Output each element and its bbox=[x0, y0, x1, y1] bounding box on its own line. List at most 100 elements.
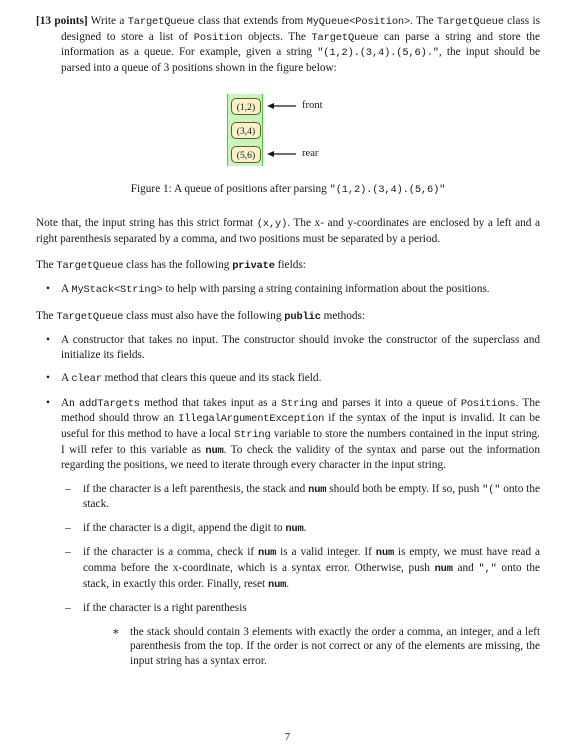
front-label: front bbox=[302, 100, 323, 112]
rule-comma-text: if the character is a comma, check if nu… bbox=[83, 546, 540, 591]
document-page: [13 points] Write a TargetQueue class th… bbox=[0, 0, 575, 753]
r2-code-num-2: num bbox=[375, 547, 395, 560]
am-text-1: An bbox=[61, 396, 80, 409]
intro-code-targetqueue-1: TargetQueue bbox=[127, 16, 195, 28]
pfi-text-2: to help with parsing a string containing… bbox=[162, 282, 490, 295]
pf-code-private: private bbox=[232, 260, 275, 273]
page-content: [13 points] Write a TargetQueue class th… bbox=[36, 14, 540, 669]
points-label: [13 points] bbox=[36, 15, 88, 27]
cm-text-2: method that clears this queue and its st… bbox=[101, 372, 322, 385]
r2-text-4: and bbox=[452, 562, 479, 575]
am-text-3: and parses it into a queue of bbox=[317, 396, 461, 409]
list-item: – if the character is a comma, check if … bbox=[65, 545, 540, 592]
pf-text-1: The bbox=[36, 259, 57, 272]
dash-icon: – bbox=[65, 546, 71, 559]
pfi-code-mystack: MyStack<String> bbox=[71, 283, 163, 296]
list-item: • An addTargets method that takes input … bbox=[36, 396, 540, 473]
addtargets-method-text: An addTargets method that takes input as… bbox=[61, 397, 540, 471]
pf-text-2: class has the following bbox=[123, 259, 233, 272]
bullet-icon: • bbox=[46, 396, 50, 409]
intro-code-example-string: "(1,2).(3,4).(5,6)." bbox=[317, 47, 439, 60]
bullet-icon: • bbox=[46, 333, 50, 346]
list-item: • A clear method that clears this queue … bbox=[36, 371, 540, 387]
intro-code-targetqueue-3: TargetQueue bbox=[311, 31, 379, 44]
private-field-text: A MyStack<String> to help with parsing a… bbox=[61, 282, 490, 296]
front-pointer: front bbox=[267, 99, 323, 113]
rear-pointer: rear bbox=[267, 147, 318, 161]
intro-text-0: Write a bbox=[90, 15, 128, 27]
r1-text-1: if the character is a digit, append the … bbox=[83, 521, 286, 534]
asterisk-icon: ∗ bbox=[112, 625, 120, 638]
figure-caption: Figure 1: A queue of positions after par… bbox=[36, 182, 540, 198]
list-item: • A constructor that takes no input. The… bbox=[36, 333, 540, 362]
right-paren-subrules-list: ∗ the stack should contain 3 elements wi… bbox=[112, 625, 540, 669]
intro-text-4: . The bbox=[410, 15, 437, 27]
dash-icon: – bbox=[65, 602, 71, 615]
am-code-string: String bbox=[280, 397, 318, 410]
list-item: ∗ the stack should contain 3 elements wi… bbox=[112, 625, 540, 669]
note-code-xy: (x,y) bbox=[256, 217, 288, 230]
rule-left-paren-text: if the character is a left parenthesis, … bbox=[83, 483, 540, 511]
r1-text-2: . bbox=[303, 521, 307, 534]
queue-diagram: (1,2) (3,4) (5,6) front rear bbox=[193, 90, 383, 170]
r2-code-num-4: num bbox=[268, 578, 287, 591]
pf-code-targetqueue: TargetQueue bbox=[56, 260, 124, 273]
clear-method-text: A clear method that clears this queue an… bbox=[61, 372, 322, 386]
dash-icon: – bbox=[65, 482, 71, 495]
note-text-1: Note that, the input string has this str… bbox=[36, 216, 257, 229]
page-number: 7 bbox=[284, 731, 291, 743]
queue-cell-front: (1,2) bbox=[231, 98, 261, 116]
figure-caption-text: Figure 1: A queue of positions after par… bbox=[130, 183, 330, 196]
rule-right-paren-text: if the character is a right parenthesis bbox=[83, 602, 247, 615]
am-code-num: num bbox=[205, 444, 224, 457]
r0-text-2: should both be empty. If so, push bbox=[326, 482, 483, 495]
pm-text-3: methods: bbox=[320, 310, 366, 323]
figure-caption-code: "(1,2).(3,4).(5,6)" bbox=[329, 184, 446, 197]
r0-code-lparen: "(" bbox=[482, 483, 501, 496]
list-item: – if the character is a digit, append th… bbox=[65, 521, 540, 537]
problem-statement: [13 points] Write a TargetQueue class th… bbox=[36, 14, 540, 75]
dash-icon: – bbox=[65, 521, 71, 534]
note-paragraph: Note that, the input string has this str… bbox=[36, 216, 540, 246]
am-code-positions: Positions bbox=[460, 397, 516, 410]
cm-text-1: A bbox=[61, 372, 72, 385]
am-text-2: method that takes input as a bbox=[139, 396, 281, 409]
parsing-rules-list: – if the character is a left parenthesis… bbox=[65, 482, 540, 669]
bullet-icon: • bbox=[46, 372, 50, 385]
r1-code-num: num bbox=[285, 522, 304, 535]
subrule-stack-order-text: the stack should contain 3 elements with… bbox=[130, 625, 540, 668]
parsing-rules-block: – if the character is a left parenthesis… bbox=[65, 482, 540, 669]
private-fields-heading: The TargetQueue class has the following … bbox=[36, 258, 540, 274]
pf-text-3: fields: bbox=[274, 259, 306, 272]
am-code-addtargets: addTargets bbox=[79, 397, 140, 410]
public-methods-heading: The TargetQueue class must also have the… bbox=[36, 309, 540, 325]
list-item: – if the character is a left parenthesis… bbox=[65, 482, 540, 512]
am-code-string-2: String bbox=[234, 428, 271, 441]
left-arrow-icon bbox=[267, 103, 296, 110]
constructor-item-text: A constructor that takes no input. The c… bbox=[61, 333, 540, 361]
r2-text-6: . bbox=[286, 577, 290, 590]
rear-label: rear bbox=[302, 148, 319, 160]
r0-code-num: num bbox=[308, 483, 327, 496]
queue-cell-middle: (3,4) bbox=[231, 122, 261, 140]
pm-code-public: public bbox=[284, 311, 321, 324]
pfi-text-1: A bbox=[61, 282, 72, 295]
left-arrow-icon bbox=[267, 151, 296, 158]
pm-text-2: class must also have the following bbox=[123, 310, 285, 323]
am-code-illegalargumentexception: IllegalArgumentException bbox=[178, 413, 325, 426]
public-methods-list: • A constructor that takes no input. The… bbox=[36, 333, 540, 473]
r0-text-1: if the character is a left parenthesis, … bbox=[83, 482, 309, 495]
pm-code-targetqueue: TargetQueue bbox=[56, 311, 124, 324]
intro-text-2: class that extends from bbox=[194, 15, 307, 27]
intro-code-targetqueue-2: TargetQueue bbox=[436, 16, 504, 28]
r2-text-2: is a valid integer. If bbox=[276, 546, 376, 559]
cm-code-clear: clear bbox=[71, 373, 102, 386]
private-fields-list: • A MyStack<String> to help with parsing… bbox=[36, 282, 540, 298]
bullet-icon: • bbox=[46, 282, 50, 295]
r2-code-comma: "," bbox=[478, 563, 497, 576]
pm-text-1: The bbox=[36, 310, 57, 323]
r2-code-num-3: num bbox=[434, 563, 453, 576]
right-paren-subrules-block: ∗ the stack should contain 3 elements wi… bbox=[112, 625, 540, 669]
list-item: • A MyStack<String> to help with parsing… bbox=[36, 282, 540, 298]
r2-code-num-1: num bbox=[258, 547, 277, 560]
